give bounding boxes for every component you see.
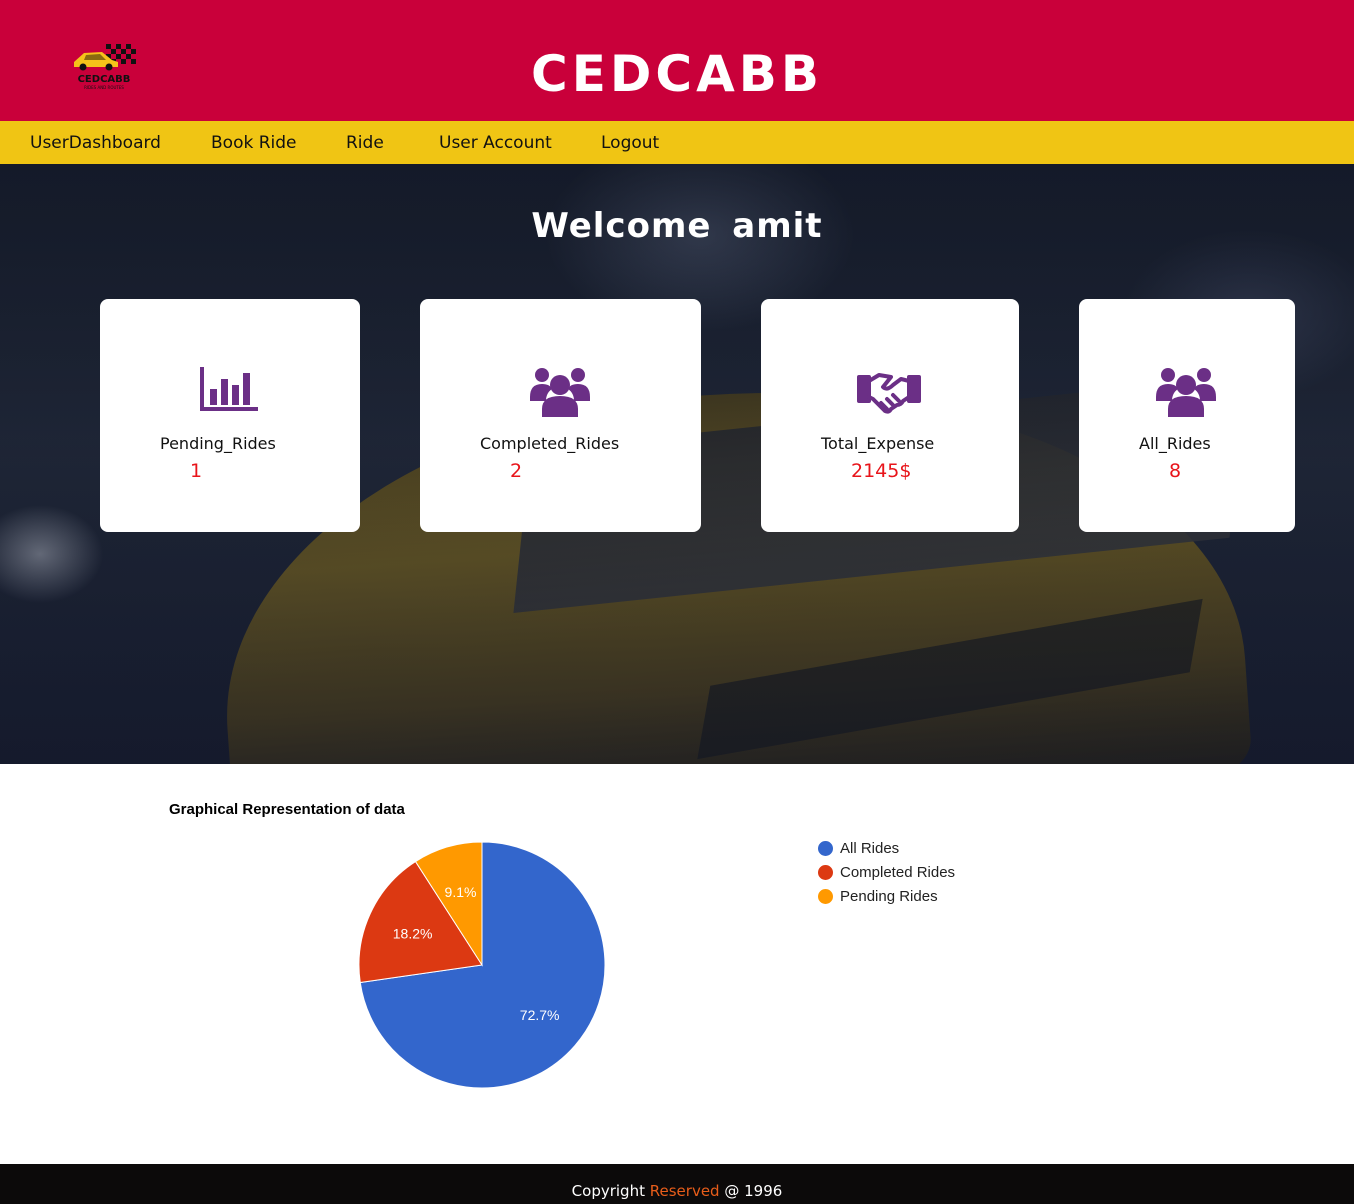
stat-card-total-expense[interactable]: Total_Expense 2145$ [761,299,1019,532]
copyright-reserved: Reserved [649,1182,720,1200]
stat-card-all-rides[interactable]: All_Rides 8 [1079,299,1295,532]
main-nav: UserDashboard Book Ride Ride User Accoun… [0,121,1354,164]
copyright-text: Copyright Reserved @ 1996 [0,1181,1354,1201]
stat-card-pending-rides[interactable]: Pending_Rides 1 [100,299,360,532]
card-label: Pending_Rides [160,434,276,453]
legend-label: All Rides [840,840,900,857]
handshake-icon [857,373,921,414]
nav-item-logout[interactable]: Logout [601,132,659,154]
card-label: Total_Expense [821,434,935,453]
legend-label: Pending Rides [840,888,938,905]
legend-label: Completed Rides [840,864,956,881]
chart-section: Graphical Representation of data 72.7% 18… [0,764,1350,1164]
site-footer: Copyright Reserved @ 1996 [0,1164,1354,1204]
card-label: All_Rides [1139,434,1211,453]
card-value: 8 [1169,460,1182,482]
pie-slice-label: 72.7% [520,1007,560,1023]
site-header: CEDCABB RIDES AND ROUTES CEDCABB [0,0,1354,121]
card-label: Completed_Rides [480,434,620,453]
card-value: 2145$ [851,460,912,482]
chart-title: Graphical Representation of data [169,801,405,818]
welcome-heading: Welcome amit [0,204,1354,248]
copyright-year: @ 1996 [724,1182,783,1200]
hero-section: Welcome amit Pending_Rides 1 Completed_R… [0,164,1354,764]
legend-swatch [818,889,833,904]
legend-swatch [818,865,833,880]
nav-item-ride[interactable]: Ride [346,132,384,154]
pie-slice-label: 18.2% [393,925,433,941]
rides-pie-chart[interactable]: 72.7% 18.2% 9.1% [340,830,620,1100]
copyright-prefix: Copyright [571,1182,645,1200]
card-value: 1 [190,460,203,482]
card-value: 2 [510,460,523,482]
nav-item-user-account[interactable]: User Account [439,132,552,154]
welcome-username: amit [732,206,823,246]
pie-slice-label: 9.1% [445,884,477,900]
nav-item-book-ride[interactable]: Book Ride [211,132,297,154]
users-icon [530,368,590,417]
site-title: CEDCABB [531,45,823,103]
stat-card-completed-rides[interactable]: Completed_Rides 2 [420,299,701,532]
nav-item-user-dashboard[interactable]: UserDashboard [30,132,161,154]
users-icon [1156,368,1216,417]
welcome-prefix: Welcome [531,206,712,246]
legend-swatch [818,841,833,856]
bar-chart-icon [200,367,258,411]
